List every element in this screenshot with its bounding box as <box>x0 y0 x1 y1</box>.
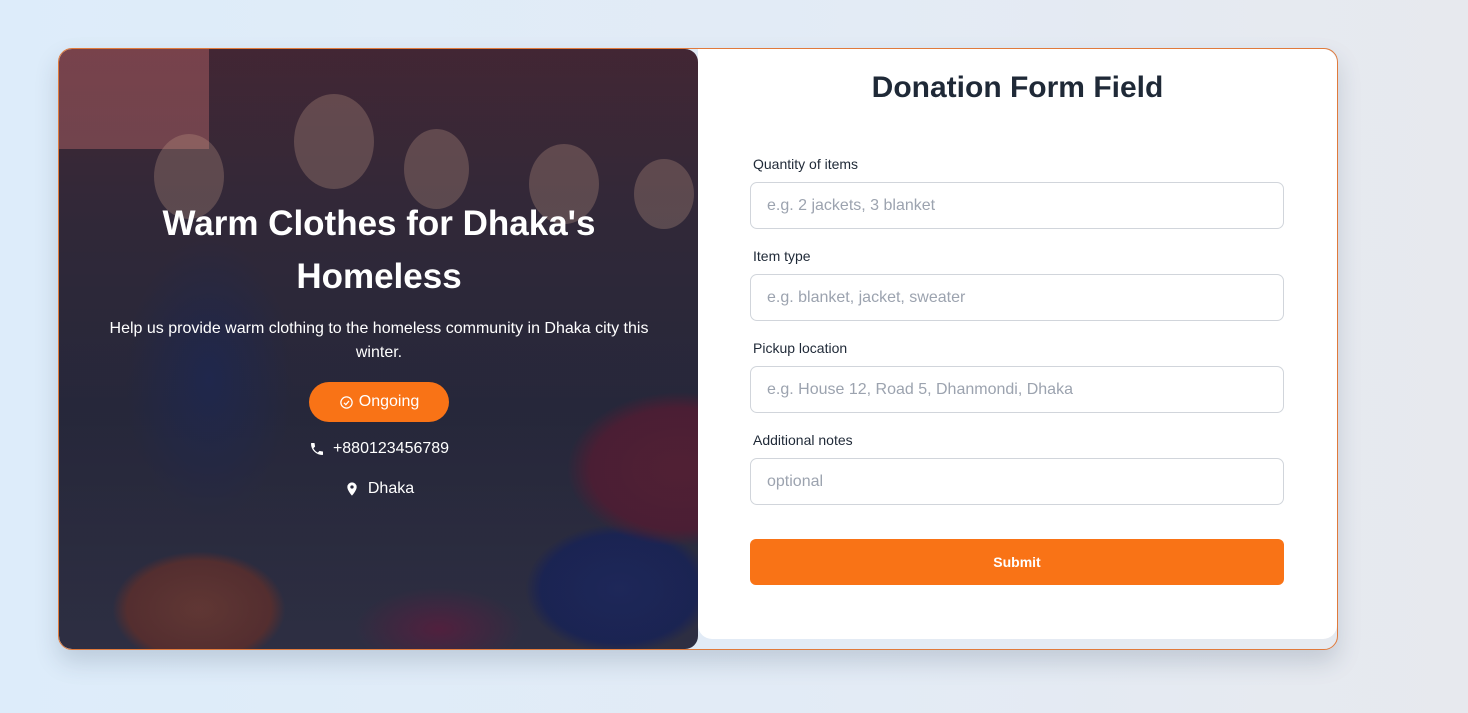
campaign-title: Warm Clothes for Dhaka's Homeless <box>162 204 596 296</box>
status-label: Ongoing <box>358 393 420 410</box>
campaign-hero: Warm Clothes for Dhaka's Homeless Help u… <box>59 49 698 649</box>
contact-phone: +880123456789 <box>59 438 698 460</box>
additional-notes-input[interactable] <box>750 458 1284 505</box>
form-title: Donation Form Field <box>871 71 1164 104</box>
pickup-location-input[interactable] <box>750 366 1284 413</box>
pickup-location-label: Pickup location <box>753 340 848 356</box>
donation-form: Donation Form Field Quantity of items It… <box>698 49 1337 639</box>
item-type-input[interactable] <box>750 274 1284 321</box>
phone-icon <box>310 443 323 455</box>
check-circle-icon <box>340 395 353 409</box>
location-label: Dhaka <box>367 480 415 497</box>
campaign-location: Dhaka <box>59 478 698 500</box>
item-type-label: Item type <box>753 248 811 264</box>
status-badge: Ongoing <box>309 382 449 422</box>
map-pin-icon <box>347 482 357 496</box>
phone-number: +880123456789 <box>332 440 450 457</box>
quantity-label: Quantity of items <box>753 156 859 172</box>
submit-button[interactable]: Submit <box>750 539 1284 585</box>
additional-notes-label: Additional notes <box>753 432 853 448</box>
quantity-input[interactable] <box>750 182 1284 229</box>
donation-card: Warm Clothes for Dhaka's Homeless Help u… <box>58 48 1338 650</box>
campaign-description: Help us provide warm clothing to the hom… <box>109 320 649 361</box>
